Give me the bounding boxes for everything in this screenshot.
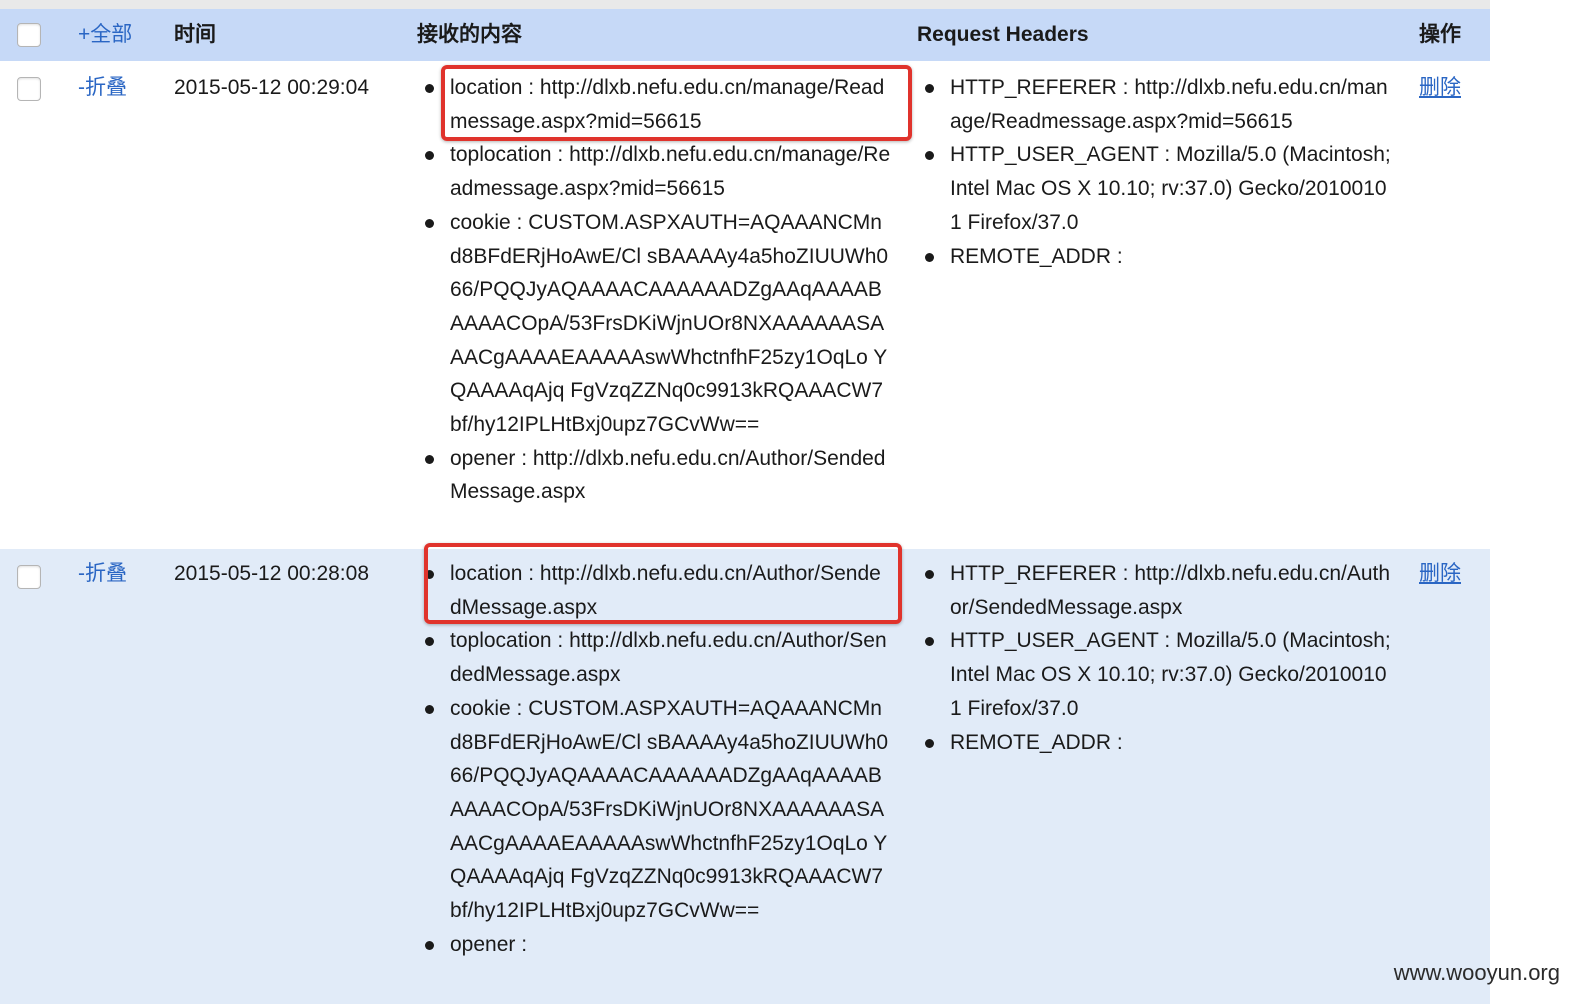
- row-time: 2015-05-12 00:28:08: [174, 562, 369, 585]
- request-headers: HTTP_REFERER : http://dlxb.nefu.edu.cn/m…: [917, 71, 1391, 273]
- table-row: -折叠 2015-05-12 00:29:04 location : http:…: [0, 61, 1490, 549]
- table-header: +全部 时间 接收的内容 Request Headers 操作: [0, 9, 1490, 61]
- list-item: cookie : CUSTOM.ASPXAUTH=AQAAANCMnd8BFdE…: [417, 692, 892, 928]
- select-all-checkbox[interactable]: [17, 23, 41, 47]
- request-headers: HTTP_REFERER : http://dlxb.nefu.edu.cn/A…: [917, 557, 1391, 759]
- delete-link[interactable]: 删除: [1419, 557, 1461, 591]
- column-header-time: 时间: [174, 23, 216, 46]
- list-item: REMOTE_ADDR :: [917, 726, 1391, 760]
- column-header-request-headers: Request Headers: [917, 23, 1089, 46]
- delete-link[interactable]: 删除: [1419, 71, 1461, 105]
- list-item: toplocation : http://dlxb.nefu.edu.cn/ma…: [417, 138, 892, 205]
- row-time: 2015-05-12 00:29:04: [174, 76, 369, 99]
- watermark: www.wooyun.org: [1393, 960, 1560, 985]
- collapse-toggle[interactable]: -折叠: [78, 557, 127, 591]
- list-item: HTTP_REFERER : http://dlxb.nefu.edu.cn/A…: [917, 557, 1391, 624]
- table-row: -折叠 2015-05-12 00:28:08 location : http:…: [0, 543, 1490, 1004]
- list-item: HTTP_USER_AGENT : Mozilla/5.0 (Macintosh…: [917, 138, 1391, 239]
- list-item: REMOTE_ADDR :: [917, 240, 1391, 274]
- records-table: +全部 时间 接收的内容 Request Headers 操作 -折叠 2015…: [0, 9, 1490, 1004]
- list-item: opener : http://dlxb.nefu.edu.cn/Author/…: [417, 442, 892, 509]
- collapse-toggle[interactable]: -折叠: [78, 71, 127, 105]
- column-header-content: 接收的内容: [417, 23, 522, 46]
- row-checkbox[interactable]: [17, 77, 41, 101]
- row-checkbox[interactable]: [17, 565, 41, 589]
- list-item: opener :: [417, 928, 892, 962]
- top-strip: [0, 0, 1490, 9]
- list-item: toplocation : http://dlxb.nefu.edu.cn/Au…: [417, 624, 892, 691]
- list-item: HTTP_REFERER : http://dlxb.nefu.edu.cn/m…: [917, 71, 1391, 138]
- list-item: HTTP_USER_AGENT : Mozilla/5.0 (Macintosh…: [917, 624, 1391, 725]
- highlight-box: [441, 65, 912, 141]
- column-header-operation: 操作: [1419, 23, 1461, 46]
- expand-all-toggle[interactable]: +全部: [78, 18, 132, 51]
- list-item: cookie : CUSTOM.ASPXAUTH=AQAAANCMnd8BFdE…: [417, 206, 892, 442]
- highlight-box: [424, 543, 902, 624]
